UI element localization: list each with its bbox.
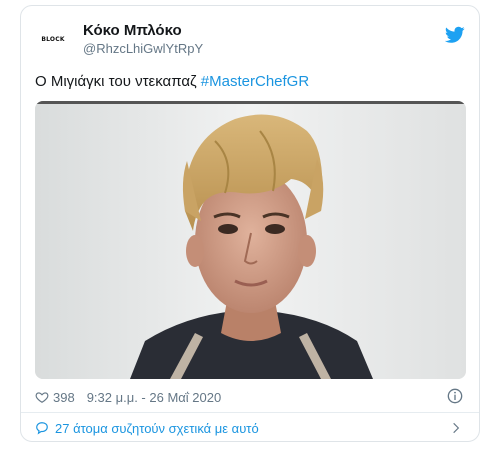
tweet-header: BLOCK Κόκο Μπλόκο @RhzcLhiGwlYtRpY — [35, 18, 467, 60]
avatar-label: BLOCK — [41, 35, 65, 43]
avatar[interactable]: BLOCK — [35, 24, 71, 54]
tweet-meta: 398 9:32 μ.μ. - 26 Μαΐ 2020 — [35, 388, 467, 406]
conversation-text[interactable]: 27 άτομα συζητούν σχετικά με αυτό — [55, 421, 259, 436]
info-icon[interactable] — [447, 388, 463, 404]
tweet-photo[interactable] — [35, 101, 466, 379]
chevron-right-icon[interactable] — [449, 421, 463, 435]
portrait-photo — [35, 101, 466, 379]
tweet-body: Ο Μιγιάγκι του ντεκαπαζ — [35, 73, 197, 90]
tweet-card: BLOCK Κόκο Μπλόκο @RhzcLhiGwlYtRpY Ο Μιγ… — [20, 5, 480, 442]
divider — [21, 412, 479, 413]
chat-bubble-icon — [36, 422, 48, 435]
photo-top-border — [35, 101, 466, 104]
tweet-timestamp[interactable]: 9:32 μ.μ. - 26 Μαΐ 2020 — [87, 390, 222, 405]
hashtag-link[interactable]: #MasterChefGR — [201, 73, 309, 90]
twitter-bird-icon[interactable] — [445, 26, 465, 44]
conversation-link[interactable]: 27 άτομα συζητούν σχετικά με αυτό — [35, 418, 467, 438]
author-info[interactable]: Κόκο Μπλόκο @RhzcLhiGwlYtRpY — [83, 22, 203, 58]
author-handle[interactable]: @RhzcLhiGwlYtRpY — [83, 40, 203, 58]
heart-icon[interactable] — [35, 390, 49, 404]
like-count[interactable]: 398 — [53, 390, 75, 405]
author-display-name[interactable]: Κόκο Μπλόκο — [83, 22, 203, 40]
tweet-text: Ο Μιγιάγκι του ντεκαπαζ #MasterChefGR — [35, 72, 465, 92]
